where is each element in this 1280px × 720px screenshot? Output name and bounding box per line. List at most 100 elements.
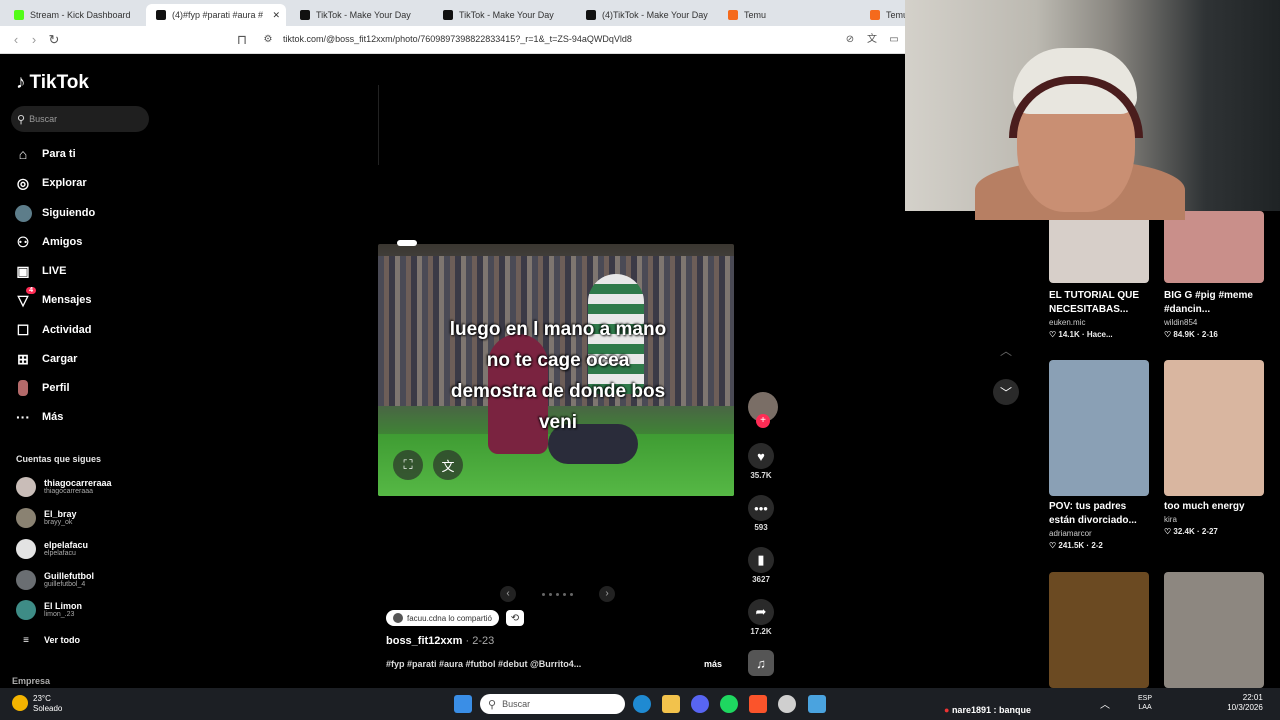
shared-by-pill[interactable]: facuu.cdna lo compartió — [386, 610, 499, 626]
nav-actividad[interactable]: ☐ Actividad — [14, 319, 92, 341]
nav-label: Mensajes — [42, 294, 92, 306]
clock[interactable]: 22:01 10/3/2026 — [1227, 693, 1263, 713]
grid-item[interactable] — [1049, 572, 1149, 688]
notepad-icon[interactable] — [808, 695, 826, 713]
close-tab-icon[interactable]: ✕ — [272, 10, 280, 21]
bookmark-icon[interactable]: ⊓ — [234, 32, 250, 48]
grid-user[interactable]: adriamarcor — [1049, 528, 1149, 540]
tab-tiktok-4[interactable]: (4)TikTok - Make Your Day — [576, 4, 716, 26]
nav-amigos[interactable]: ⚇ Amigos — [14, 231, 83, 253]
nav-perfil[interactable]: Perfil — [14, 377, 70, 399]
grid-user[interactable]: euken.mic — [1049, 317, 1149, 329]
edge-icon[interactable] — [633, 695, 651, 713]
address-bar: ‹ › ↻ ⊓ ⚙ tiktok.com/@boss_fit12xxm/phot… — [0, 26, 905, 54]
author-avatar-button[interactable]: + — [748, 392, 778, 428]
search-input[interactable]: ⚲ Buscar — [11, 106, 149, 132]
grid-thumbnail[interactable] — [1164, 211, 1264, 283]
nav-mas[interactable]: ··· Más — [14, 406, 63, 428]
caption-line: luego en l mano a mano — [449, 319, 667, 340]
nav-explorar[interactable]: ◎ Explorar — [14, 172, 87, 194]
nav-cargar[interactable]: ⊞ Cargar — [14, 348, 77, 370]
tab-tiktok-3[interactable]: TikTok - Make Your Day — [433, 4, 573, 26]
tab-tiktok-2[interactable]: TikTok - Make Your Day — [290, 4, 430, 26]
discord-icon[interactable] — [691, 695, 709, 713]
scroll-down-icon[interactable]: ﹀ — [993, 379, 1019, 405]
nav-siguiendo[interactable]: Siguiendo — [14, 202, 95, 224]
nav-mensajes[interactable]: ▽ 4 Mensajes — [14, 287, 92, 311]
tab-temu-2[interactable]: Temu — [860, 4, 905, 26]
grid-item[interactable]: EL TUTORIAL QUE NECESITABAS... euken.mic… — [1049, 211, 1149, 341]
following-account[interactable]: thiagocarreraaa thiagocarreraaa — [16, 474, 112, 500]
language-indicator[interactable]: ESP LAA — [1138, 694, 1152, 712]
see-all-following[interactable]: ≡ Ver todo — [16, 627, 80, 653]
scan-image-icon[interactable]: ⛶ — [393, 450, 423, 480]
taskbar-search[interactable]: ⚲ Buscar — [480, 694, 625, 714]
scroll-up-icon[interactable]: ︿ — [993, 337, 1019, 363]
tiktok-favicon-icon — [443, 10, 453, 20]
windows-start-icon[interactable] — [454, 695, 472, 713]
more-link[interactable]: más — [704, 659, 722, 669]
post-description: #fyp #parati #aura #futbol #debut @Burri… — [386, 659, 582, 669]
follow-plus-icon[interactable]: + — [756, 414, 770, 428]
file-explorer-icon[interactable] — [662, 695, 680, 713]
obs-icon[interactable] — [778, 695, 796, 713]
window-icon[interactable]: ▭ — [886, 32, 902, 48]
sound-disc-button[interactable]: ♫ — [748, 650, 774, 676]
reload-icon[interactable]: ↻ — [46, 32, 62, 48]
post-author[interactable]: boss_fit12xxm — [386, 635, 462, 647]
grid-thumbnail[interactable] — [1049, 572, 1149, 688]
forward-icon[interactable]: › — [26, 32, 42, 48]
tiktok-logo[interactable]: ♪ TikTok — [16, 72, 89, 94]
heart-icon: ♡ — [1164, 527, 1174, 536]
weather-widget[interactable]: 23°C Soleado — [33, 694, 62, 714]
avatar: + — [748, 392, 778, 428]
repost-icon[interactable]: ⟲ — [506, 610, 524, 626]
following-account[interactable]: Guillefutbol guillefutbol_4 — [16, 567, 94, 593]
grid-item[interactable]: POV: tus padres están divorciado... adri… — [1049, 360, 1149, 552]
post-image[interactable]: luego en l mano a mano no te cage ocea d… — [378, 244, 734, 496]
translate-icon[interactable]: 文 — [864, 32, 880, 48]
save-button[interactable]: ▮ 3627 — [748, 547, 774, 584]
account-name: El_bray — [44, 509, 77, 519]
weather-desc: Soleado — [33, 704, 63, 713]
grid-user[interactable]: wildin854 — [1164, 317, 1264, 329]
following-account[interactable]: El Limon limon_.23 — [16, 597, 82, 623]
grid-thumbnail[interactable] — [1164, 572, 1264, 688]
reader-icon[interactable]: ⊘ — [842, 32, 858, 48]
slide-dots — [542, 592, 573, 596]
grid-thumbnail[interactable] — [1164, 360, 1264, 496]
caption-line: demostra de donde bos — [450, 381, 666, 402]
tab-kick-dashboard[interactable]: Stream - Kick Dashboard — [4, 4, 144, 26]
prev-slide-icon[interactable]: ‹ — [500, 586, 516, 602]
grid-item[interactable]: BIG G #pig #meme #dancin... wildin854 ♡ … — [1164, 211, 1264, 341]
following-account[interactable]: El_bray brayy_ok — [16, 505, 77, 531]
tray-chevron-icon[interactable]: ︿ — [1100, 696, 1110, 711]
company-link[interactable]: Empresa — [12, 676, 50, 686]
share-button[interactable]: ➦ 17.2K — [748, 599, 774, 636]
following-account[interactable]: elpelafacu elpelafacu — [16, 536, 88, 562]
grid-thumbnail[interactable] — [1049, 360, 1149, 496]
compass-icon: ◎ — [16, 174, 30, 191]
grid-item[interactable]: too much energy kira ♡ 32.4K · 2-27 — [1164, 360, 1264, 538]
like-button[interactable]: ♥ 35.7K — [748, 443, 774, 480]
temu-favicon-icon — [870, 10, 880, 20]
back-icon[interactable]: ‹ — [8, 32, 24, 48]
nav-label: Para ti — [42, 148, 76, 160]
site-settings-icon[interactable]: ⚙ — [260, 32, 276, 48]
grid-item[interactable] — [1164, 572, 1264, 688]
nav-para-ti[interactable]: ⌂ Para ti — [14, 143, 76, 165]
nav-label: Perfil — [42, 382, 70, 394]
grid-user[interactable]: kira — [1164, 514, 1264, 526]
brave-icon[interactable] — [749, 695, 767, 713]
comment-button[interactable]: ••• 593 — [748, 495, 774, 532]
next-slide-icon[interactable]: › — [599, 586, 615, 602]
activity-icon: ☐ — [16, 321, 30, 338]
translate-image-icon[interactable]: 文 — [433, 450, 463, 480]
url-field[interactable]: tiktok.com/@boss_fit12xxm/photo/76098973… — [283, 34, 632, 44]
nav-live[interactable]: ▣ LIVE — [14, 260, 66, 282]
spotify-icon[interactable] — [720, 695, 738, 713]
tab-current-tiktok[interactable]: (4)#fyp #parati #aura # ✕ — [146, 4, 286, 26]
tab-temu[interactable]: Temu — [718, 4, 858, 26]
grid-thumbnail[interactable] — [1049, 211, 1149, 283]
grid-title: POV: tus padres están divorciado... — [1049, 501, 1137, 526]
